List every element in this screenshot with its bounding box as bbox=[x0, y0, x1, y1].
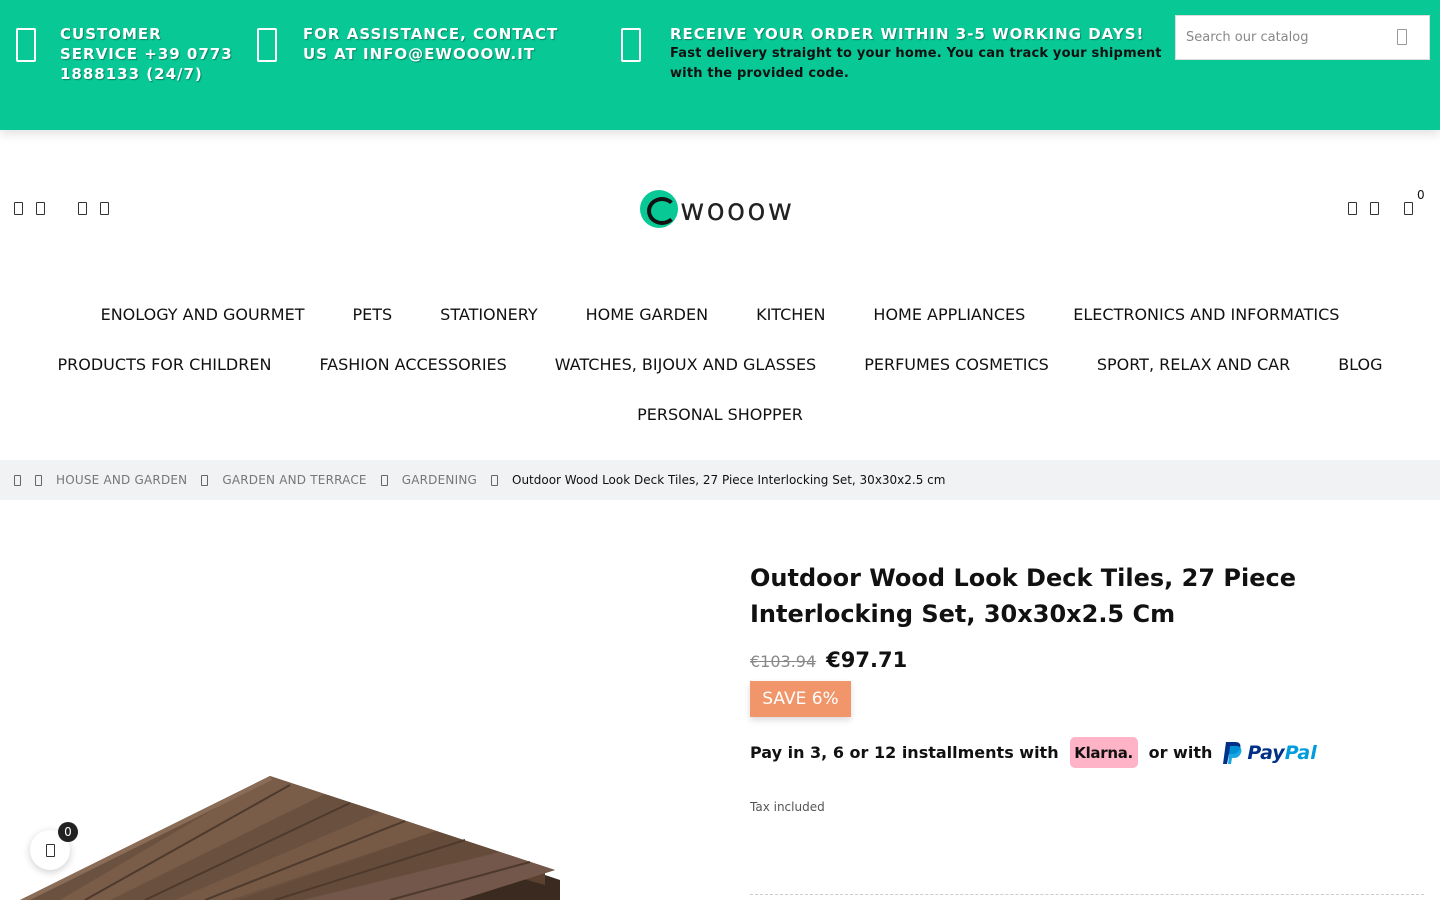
wishlist-count-badge: 0 bbox=[58, 822, 78, 842]
customer-service-info: CUSTOMER SERVICE +39 0773 1888133 (24/7) bbox=[16, 24, 236, 84]
heart-icon[interactable] bbox=[1370, 202, 1379, 215]
price-row: €103.94 €97.71 bbox=[750, 648, 907, 672]
truck-icon bbox=[616, 24, 646, 68]
breadcrumb-house-garden[interactable]: HOUSE AND GARDEN bbox=[56, 473, 187, 487]
main-menu-row-1: ENOLOGY AND GOURMET PETS STATIONERY HOME… bbox=[0, 305, 1440, 324]
cart-count: 0 bbox=[1417, 188, 1425, 202]
mail-icon bbox=[256, 24, 279, 68]
delivery-info: RECEIVE YOUR ORDER WITHIN 3-5 WORKING DA… bbox=[616, 24, 1176, 84]
chevron-right-icon bbox=[201, 474, 209, 486]
menu-item-stationery[interactable]: STATIONERY bbox=[416, 305, 561, 324]
main-menu-row-3: PERSONAL SHOPPER bbox=[0, 405, 1440, 424]
search-input[interactable] bbox=[1176, 30, 1376, 45]
old-price: €103.94 bbox=[750, 652, 817, 671]
paypal-text-pay: Pay bbox=[1247, 741, 1285, 764]
chevron-right-icon bbox=[35, 474, 42, 486]
discount-badge: SAVE 6% bbox=[750, 681, 851, 717]
currency-icon[interactable] bbox=[78, 202, 87, 215]
phone-icon bbox=[16, 24, 36, 68]
menu-icon[interactable] bbox=[14, 202, 23, 215]
klarna-logo[interactable]: Klarna. bbox=[1069, 737, 1138, 768]
chevron-down-icon[interactable] bbox=[100, 202, 109, 215]
contact-text: FOR ASSISTANCE, CONTACT US AT info@ewooo… bbox=[302, 25, 559, 63]
menu-item-children[interactable]: PRODUCTS FOR CHILDREN bbox=[34, 355, 296, 374]
payment-options: Pay in 3, 6 or 12 installments with Klar… bbox=[750, 737, 1317, 768]
top-info-bar: CUSTOMER SERVICE +39 0773 1888133 (24/7)… bbox=[0, 0, 1440, 130]
user-icon[interactable] bbox=[1348, 202, 1357, 215]
customer-service-text: CUSTOMER SERVICE +39 0773 1888133 (24/7) bbox=[60, 25, 233, 83]
installments-text: Pay in 3, 6 or 12 installments with bbox=[750, 743, 1059, 762]
paypal-text-pal: Pal bbox=[1284, 741, 1317, 764]
delivery-subtext: Fast delivery straight to your home. You… bbox=[669, 46, 1162, 81]
search-box bbox=[1175, 15, 1430, 60]
breadcrumb-gardening[interactable]: GARDENING bbox=[402, 473, 477, 487]
deck-tiles-illustration bbox=[20, 776, 560, 900]
current-price: €97.71 bbox=[826, 648, 908, 672]
search-icon[interactable] bbox=[1397, 29, 1407, 45]
menu-item-blog[interactable]: BLOG bbox=[1314, 355, 1406, 374]
site-logo[interactable]: wooow bbox=[640, 190, 794, 228]
or-with-text: or with bbox=[1148, 743, 1213, 762]
menu-item-perfumes[interactable]: PERFUMES COSMETICS bbox=[840, 355, 1073, 374]
menu-item-home-appliances[interactable]: HOME APPLIANCES bbox=[849, 305, 1049, 324]
paypal-logo[interactable]: PayPal bbox=[1222, 740, 1317, 766]
menu-item-kitchen[interactable]: KITCHEN bbox=[732, 305, 849, 324]
home-icon[interactable] bbox=[14, 474, 21, 486]
divider bbox=[750, 894, 1424, 895]
menu-item-watches[interactable]: WATCHES, BIJOUX AND GLASSES bbox=[531, 355, 840, 374]
heart-icon bbox=[45, 843, 55, 857]
menu-item-personal-shopper[interactable]: PERSONAL SHOPPER bbox=[613, 405, 827, 424]
header-left-icons bbox=[14, 202, 122, 215]
cart-icon[interactable] bbox=[1404, 202, 1413, 215]
logo-mark bbox=[640, 190, 678, 228]
product-image[interactable] bbox=[0, 540, 720, 900]
language-icon[interactable] bbox=[36, 202, 45, 215]
product-title: Outdoor Wood Look Deck Tiles, 27 Piece I… bbox=[750, 564, 1296, 628]
menu-item-home-garden[interactable]: HOME GARDEN bbox=[562, 305, 732, 324]
menu-item-sport[interactable]: SPORT, RELAX AND CAR bbox=[1073, 355, 1314, 374]
chevron-right-icon bbox=[380, 474, 388, 486]
tax-note: Tax included bbox=[750, 800, 825, 814]
header-right-icons bbox=[1348, 202, 1413, 215]
menu-item-pets[interactable]: PETS bbox=[328, 305, 416, 324]
menu-item-fashion[interactable]: FASHION ACCESSORIES bbox=[295, 355, 530, 374]
breadcrumb-current: Outdoor Wood Look Deck Tiles, 27 Piece I… bbox=[512, 473, 946, 487]
main-menu-row-2: PRODUCTS FOR CHILDREN FASHION ACCESSORIE… bbox=[0, 355, 1440, 374]
chevron-right-icon bbox=[491, 474, 498, 486]
breadcrumb: HOUSE AND GARDEN GARDEN AND TERRACE GARD… bbox=[0, 460, 1440, 500]
menu-item-enology-gourmet[interactable]: ENOLOGY AND GOURMET bbox=[77, 305, 329, 324]
menu-item-electronics[interactable]: ELECTRONICS AND INFORMATICS bbox=[1049, 305, 1363, 324]
delivery-headline: RECEIVE YOUR ORDER WITHIN 3-5 WORKING DA… bbox=[669, 25, 1145, 43]
logo-text: wooow bbox=[680, 192, 795, 228]
paypal-icon bbox=[1223, 741, 1242, 764]
breadcrumb-garden-terrace[interactable]: GARDEN AND TERRACE bbox=[222, 473, 366, 487]
contact-info: FOR ASSISTANCE, CONTACT US AT info@ewooo… bbox=[256, 24, 586, 68]
